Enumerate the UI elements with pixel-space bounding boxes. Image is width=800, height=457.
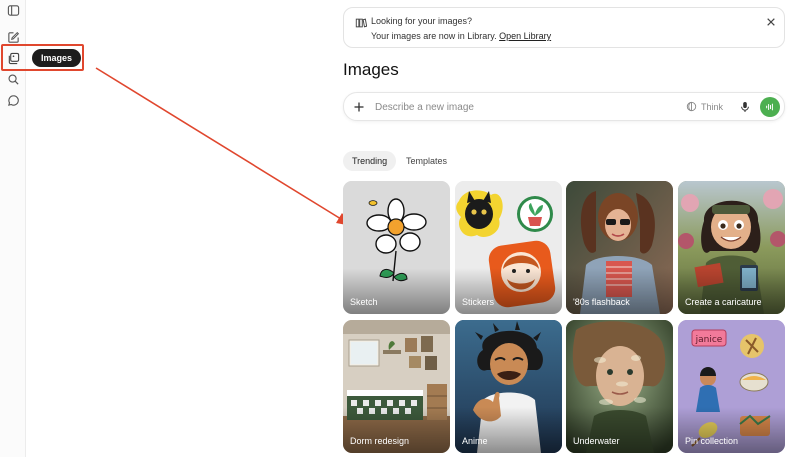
images-tooltip: Images — [32, 49, 82, 67]
microphone-icon[interactable] — [739, 101, 751, 113]
card-label: Sketch — [350, 297, 378, 307]
voice-wave-icon — [766, 103, 773, 111]
card-label: Stickers — [462, 297, 495, 307]
voice-mode-button[interactable] — [760, 97, 780, 117]
card-shade — [566, 407, 673, 453]
style-card-80s-flashback[interactable]: '80s flashback — [566, 181, 673, 314]
think-label: Think — [701, 101, 724, 112]
think-button[interactable]: Think — [686, 101, 723, 112]
chat-bubble-icon — [7, 94, 19, 106]
card-shade — [566, 268, 673, 314]
search-button[interactable] — [3, 69, 23, 89]
close-icon — [767, 18, 775, 26]
card-label: Dorm redesign — [350, 436, 410, 446]
card-label: Create a caricature — [685, 297, 762, 307]
close-notice-button[interactable] — [765, 16, 777, 28]
sidebar-panel-icon — [7, 4, 19, 16]
card-shade — [678, 268, 785, 314]
card-label: '80s flashback — [573, 297, 630, 307]
card-shade — [455, 268, 562, 314]
notice-body: Your images are now in Library. Open Lib… — [371, 31, 551, 41]
plus-icon[interactable] — [353, 101, 365, 113]
style-card-anime[interactable]: Anime — [455, 320, 562, 453]
library-icon — [355, 18, 367, 28]
style-card-create-a-caricature[interactable]: Create a caricature — [678, 181, 785, 314]
svg-text:janice: janice — [695, 335, 723, 345]
library-notice: Looking for your images? Your images are… — [343, 7, 785, 48]
style-card-pin-collection[interactable]: janice Pin collection — [678, 320, 785, 453]
card-shade — [455, 407, 562, 453]
globe-icon — [686, 101, 697, 112]
image-prompt-input[interactable] — [373, 99, 673, 115]
style-card-stickers[interactable]: Stickers — [455, 181, 562, 314]
image-prompt-bar: Think — [343, 92, 785, 121]
edit-icon — [7, 31, 19, 43]
tab-templates[interactable]: Templates — [397, 151, 456, 171]
style-card-dorm-redesign[interactable]: Dorm redesign — [343, 320, 450, 453]
open-library-link[interactable]: Open Library — [499, 31, 551, 41]
card-label: Underwater — [573, 436, 620, 446]
style-card-underwater[interactable]: Underwater — [566, 320, 673, 453]
card-label: Anime — [462, 436, 488, 446]
tab-trending[interactable]: Trending — [343, 151, 397, 171]
card-shade — [343, 268, 450, 314]
toggle-sidebar-button[interactable] — [3, 0, 23, 20]
notice-body-text: Your images are now in Library. — [371, 31, 497, 41]
chats-button[interactable] — [3, 90, 23, 110]
card-shade — [678, 407, 785, 453]
search-icon — [7, 73, 19, 85]
card-shade — [343, 407, 450, 453]
page-title: Images — [343, 60, 399, 79]
style-card-sketch[interactable]: Sketch — [343, 181, 450, 314]
card-label: Pin collection — [685, 436, 739, 446]
notice-title: Looking for your images? — [371, 16, 473, 26]
